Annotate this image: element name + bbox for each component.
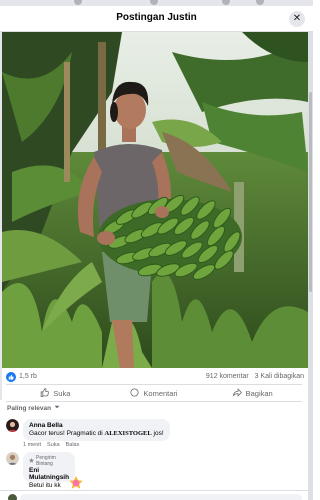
sort-label: Paling relevan	[7, 404, 52, 412]
comment-like-link[interactable]: Suka	[47, 442, 60, 448]
post-actions: Suka Komentari Bagikan	[6, 386, 302, 400]
like-reaction-icon	[6, 372, 16, 382]
post-stats: 1,5 rb 912 komentar 3 Kali dibagikan	[6, 370, 306, 384]
close-button[interactable]: ✕	[289, 11, 305, 27]
comment-bubble-icon	[130, 387, 139, 399]
chevron-down-icon	[54, 404, 60, 412]
comment-text: Gacor terus! Pragmatic di ALEXISTOGEL jo…	[29, 430, 164, 437]
comment-bubble: Anna Bella Gacor terus! Pragmatic di ALE…	[23, 419, 170, 441]
divider	[6, 384, 302, 385]
thumbs-up-icon	[40, 387, 50, 399]
comment-label: Komentari	[143, 388, 178, 398]
badge-label: Pengirim Bintang	[36, 455, 56, 467]
share-button[interactable]: Bagikan	[203, 386, 302, 400]
comment-share-counts: 912 komentar 3 Kali dibagikan	[206, 373, 304, 380]
comment-author[interactable]: Anna Bella	[29, 422, 164, 429]
divider	[6, 401, 302, 402]
reaction-count[interactable]: 1,5 rb	[19, 373, 37, 380]
comment-input[interactable]	[20, 494, 302, 500]
comment-button[interactable]: Komentari	[105, 386, 204, 400]
comment-text-end: jos!	[151, 430, 164, 437]
comment-text: Betul itu kk	[29, 482, 61, 489]
scrollbar[interactable]	[308, 32, 313, 500]
share-label: Bagikan	[245, 388, 273, 398]
comment-author[interactable]: Eni Mulatningsih	[29, 467, 69, 481]
scrollbar-thumb[interactable]	[309, 92, 312, 292]
comment-text-brand: ALEXISTOGEL	[104, 430, 152, 437]
comment-sort-dropdown[interactable]: Paling relevan	[7, 404, 60, 412]
comment-count[interactable]: 912 komentar	[206, 373, 249, 380]
close-icon: ✕	[292, 13, 302, 24]
star-icon	[29, 457, 34, 465]
share-arrow-icon	[232, 387, 242, 399]
star-sender-badge: Pengirim Bintang	[29, 455, 69, 467]
like-label: Suka	[53, 388, 71, 398]
comment-composer	[0, 490, 308, 500]
comment-text-start: Gacor terus! Pragmatic di	[29, 430, 105, 437]
comment-time[interactable]: 1 menit	[23, 442, 41, 448]
post-dialog-header: Postingan Justin ✕	[0, 6, 313, 32]
avatar[interactable]	[6, 419, 19, 432]
avatar	[8, 494, 17, 500]
like-button[interactable]: Suka	[6, 386, 105, 400]
post-video[interactable]	[2, 32, 308, 368]
avatar[interactable]	[6, 452, 19, 465]
dialog-title: Postingan Justin	[116, 12, 197, 23]
video-frame-illustration	[2, 32, 308, 368]
comment-reply-link[interactable]: Balas	[66, 442, 80, 448]
comment-meta: 1 menit Suka Balas	[23, 442, 79, 448]
share-count[interactable]: 3 Kali dibagikan	[255, 373, 304, 380]
star-gift-sticker	[68, 476, 84, 490]
